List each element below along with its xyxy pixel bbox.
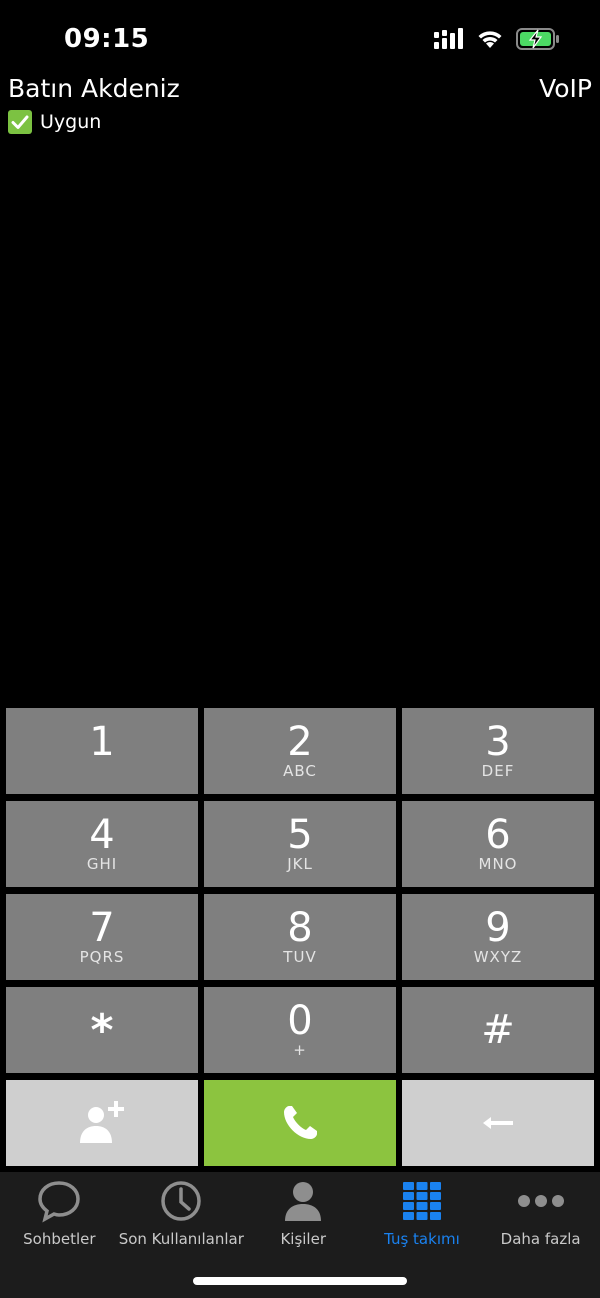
key-letters: PQRS [79,948,125,966]
status-icons [434,28,560,50]
key-digit: 9 [485,905,511,951]
presence-label: Uygun [40,111,102,133]
key-digit: 5 [287,812,313,858]
add-contact-button[interactable] [6,1080,198,1166]
tab-label: Son Kullanılanlar [118,1230,244,1248]
keypad-grid-icon [402,1182,441,1220]
signal-icon [434,28,463,49]
key-3[interactable]: 3 DEF [402,708,594,794]
presence-status[interactable]: Uygun [8,110,101,134]
key-digit: 0 [287,998,313,1044]
key-4[interactable]: 4 GHI [6,801,198,887]
tab-label: Daha fazla [500,1230,581,1248]
key-letters: TUV [283,948,317,966]
call-button[interactable] [204,1080,396,1166]
key-digit: 2 [287,719,313,765]
key-digit: # [481,1007,515,1053]
key-letters: JKL [287,855,313,873]
key-digit: 8 [287,905,313,951]
battery-charging-icon [516,28,559,50]
chat-bubble-icon [38,1181,81,1223]
tab-label: Kişiler [280,1230,326,1248]
key-letters: WXYZ [473,948,523,966]
key-1[interactable]: 1 [6,708,198,794]
key-6[interactable]: 6 MNO [402,801,594,887]
voip-mode-label[interactable]: VoIP [539,74,592,103]
more-dots-icon [517,1195,564,1207]
tab-recents[interactable]: Son Kullanılanlar [119,1178,244,1264]
key-digit: 1 [89,719,115,765]
key-letters: MNO [478,855,518,873]
key-digit: 6 [485,812,511,858]
home-indicator[interactable] [193,1277,407,1285]
key-digit: * [90,1004,114,1056]
phone-icon [284,1106,317,1139]
key-star[interactable]: * [6,987,198,1073]
key-2[interactable]: 2 ABC [204,708,396,794]
wifi-icon [478,31,502,48]
status-bar: 09:15 [0,0,600,72]
status-time: 09:15 [64,24,150,54]
key-letters: + [293,1041,307,1059]
key-0[interactable]: 0 + [204,987,396,1073]
tab-keypad[interactable]: Tuş takımı [363,1178,482,1264]
key-letters: DEF [481,762,515,780]
tab-chats[interactable]: Sohbetler [0,1178,119,1264]
key-9[interactable]: 9 WXYZ [402,894,594,980]
key-letters: GHI [86,855,118,873]
key-letters: ABC [283,762,317,780]
key-digit: 7 [89,905,115,951]
backspace-button[interactable] [402,1080,594,1166]
tab-more[interactable]: Daha fazla [481,1178,600,1264]
key-7[interactable]: 7 PQRS [6,894,198,980]
add-contact-icon [80,1101,124,1143]
clock-icon [161,1181,202,1221]
key-digit: 3 [485,719,511,765]
account-name[interactable]: Batın Akdeniz [8,74,180,103]
person-icon [285,1182,322,1221]
check-icon [8,110,32,134]
key-5[interactable]: 5 JKL [204,801,396,887]
tab-label: Tuş takımı [384,1230,460,1248]
tab-label: Sohbetler [23,1230,96,1248]
key-8[interactable]: 8 TUV [204,894,396,980]
tab-contacts[interactable]: Kişiler [244,1178,363,1264]
key-digit: 4 [89,812,115,858]
backspace-arrow-icon [483,1117,513,1129]
key-hash[interactable]: # [402,987,594,1073]
dial-keypad: 1 2 ABC 3 DEF 4 GHI 5 JKL 6 MNO 7 PQRS 8… [6,708,594,1166]
